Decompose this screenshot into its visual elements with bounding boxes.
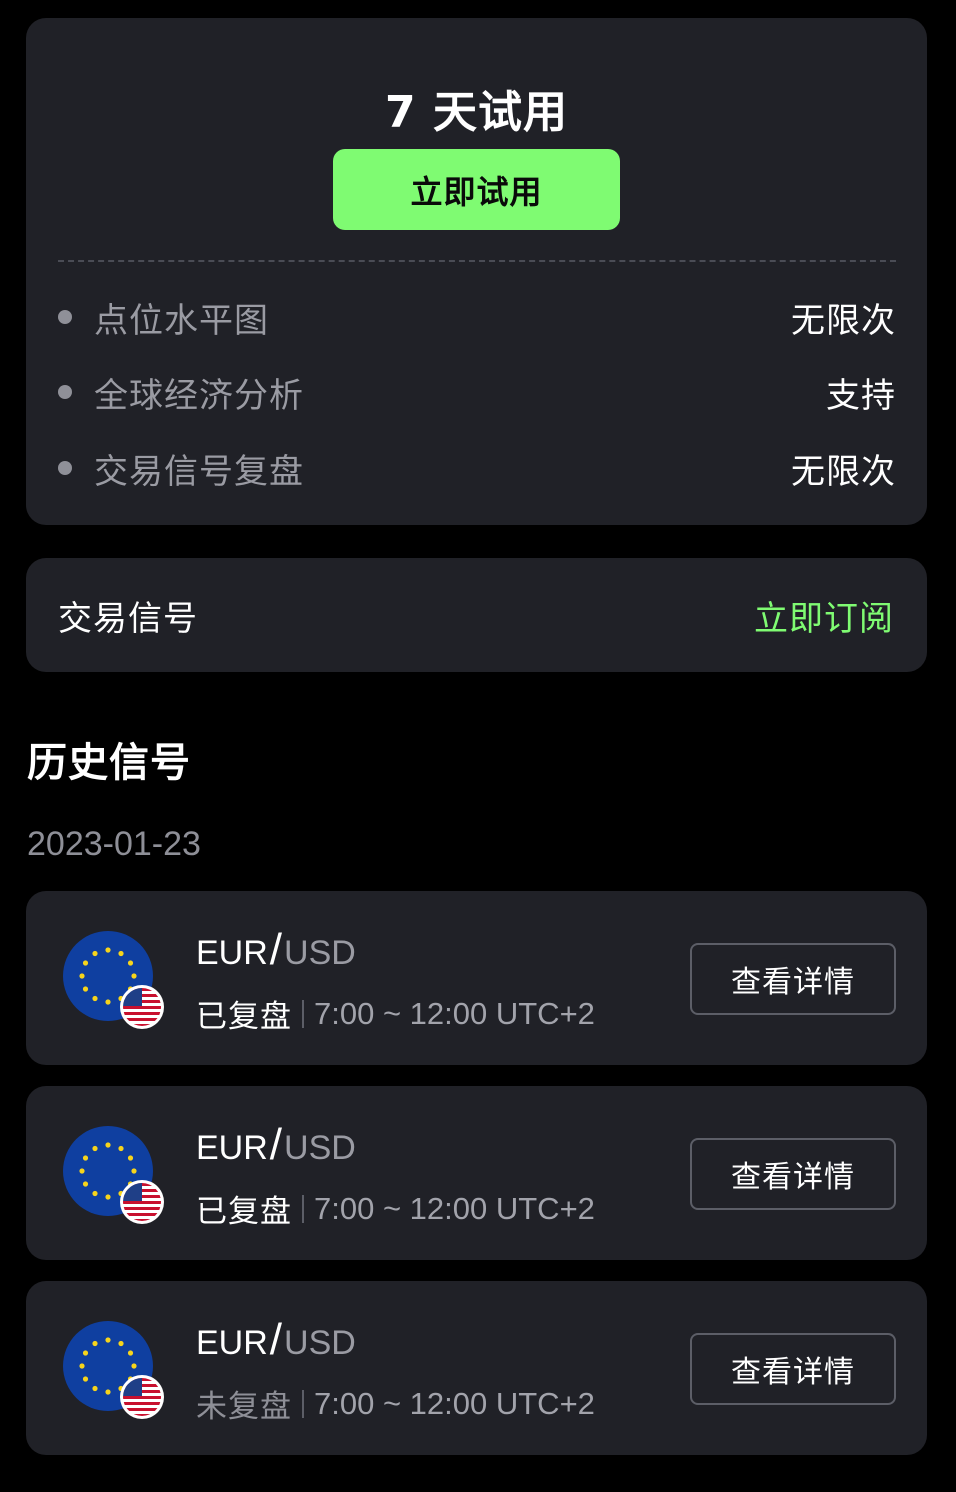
feature-row: 全球经济分析 支持 <box>58 367 896 417</box>
separator <box>302 1389 304 1418</box>
feature-label: 点位水平图 <box>94 300 269 341</box>
eu-usd-flag-icon <box>63 1126 164 1224</box>
divider <box>58 260 896 262</box>
base-currency: EUR <box>196 934 268 972</box>
signal-card[interactable]: EUR/USD 已复盘 7:00 ~ 12:00 UTC+2 查看详情 <box>26 1086 927 1260</box>
eu-usd-flag-icon <box>63 931 164 1029</box>
pair-separator: / <box>269 1315 283 1364</box>
pair-separator: / <box>269 1120 283 1169</box>
signal-meta: 已复盘 7:00 ~ 12:00 UTC+2 <box>196 1186 595 1231</box>
base-currency: EUR <box>196 1324 268 1362</box>
time-range: 7:00 ~ 12:00 UTC+2 <box>314 1385 595 1421</box>
quote-currency: USD <box>284 934 356 972</box>
feature-row: 点位水平图 无限次 <box>58 292 896 342</box>
feature-row: 交易信号复盘 无限次 <box>58 443 896 493</box>
time-range: 7:00 ~ 12:00 UTC+2 <box>314 995 595 1031</box>
start-trial-button[interactable]: 立即试用 <box>333 149 620 230</box>
trial-title: 7 天试用 <box>385 87 568 138</box>
us-flag-icon <box>120 1375 164 1419</box>
view-details-button[interactable]: 查看详情 <box>690 943 896 1015</box>
bullet-icon <box>58 310 72 324</box>
history-date: 2023-01-23 <box>27 825 201 863</box>
feature-value: 无限次 <box>791 451 896 492</box>
review-status: 已复盘 <box>196 1194 292 1230</box>
review-status: 已复盘 <box>196 999 292 1035</box>
view-details-button[interactable]: 查看详情 <box>690 1333 896 1405</box>
feature-value: 无限次 <box>791 300 896 341</box>
review-status: 未复盘 <box>196 1389 292 1425</box>
eu-usd-flag-icon <box>63 1321 164 1419</box>
signal-card[interactable]: EUR/USD 未复盘 7:00 ~ 12:00 UTC+2 查看详情 <box>26 1281 927 1455</box>
signal-meta: 已复盘 7:00 ~ 12:00 UTC+2 <box>196 991 595 1036</box>
time-range: 7:00 ~ 12:00 UTC+2 <box>314 1190 595 1226</box>
signal-meta: 未复盘 7:00 ~ 12:00 UTC+2 <box>196 1381 595 1426</box>
currency-pair: EUR/USD <box>196 1315 356 1365</box>
us-flag-icon <box>120 1180 164 1224</box>
quote-currency: USD <box>284 1129 356 1167</box>
subscribe-link[interactable]: 立即订阅 <box>754 591 894 640</box>
view-details-button[interactable]: 查看详情 <box>690 1138 896 1210</box>
feature-value: 支持 <box>826 375 896 416</box>
currency-pair: EUR/USD <box>196 925 356 975</box>
signal-card[interactable]: EUR/USD 已复盘 7:00 ~ 12:00 UTC+2 查看详情 <box>26 891 927 1065</box>
separator <box>302 1194 304 1223</box>
pair-separator: / <box>269 925 283 974</box>
feature-label: 全球经济分析 <box>94 375 304 416</box>
bullet-icon <box>58 385 72 399</box>
us-flag-icon <box>120 985 164 1029</box>
quote-currency: USD <box>284 1324 356 1362</box>
separator <box>302 999 304 1028</box>
trial-card: 7 天试用 立即试用 点位水平图 无限次 全球经济分析 支持 交易信号复盘 无限… <box>26 18 927 525</box>
subscription-label: 交易信号 <box>58 598 198 639</box>
history-title: 历史信号 <box>27 740 191 786</box>
base-currency: EUR <box>196 1129 268 1167</box>
bullet-icon <box>58 461 72 475</box>
currency-pair: EUR/USD <box>196 1120 356 1170</box>
feature-label: 交易信号复盘 <box>94 451 304 492</box>
subscription-card: 交易信号 立即订阅 <box>26 558 927 672</box>
